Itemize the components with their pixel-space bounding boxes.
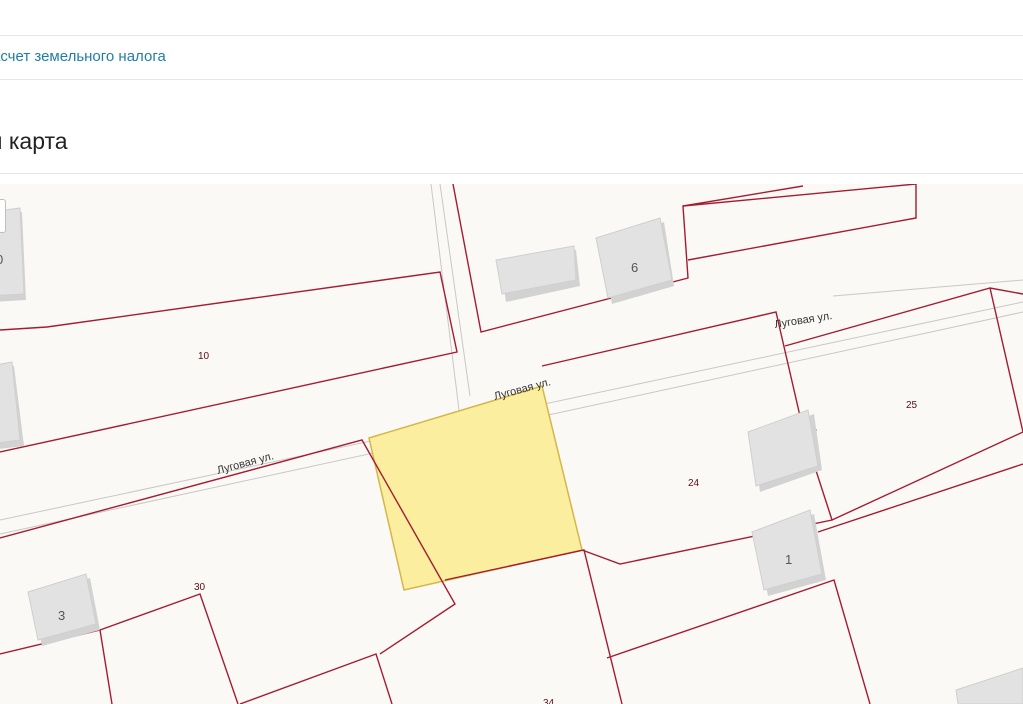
- parcel-number: 34: [543, 698, 555, 704]
- parcel-number: 30: [194, 582, 206, 593]
- cadastral-map[interactable]: Луговая ул. Луговая ул. Луговая ул. 10 2…: [0, 184, 1023, 704]
- land-tax-calculation-link[interactable]: асчет земельного налога: [0, 48, 166, 65]
- tax-link-row: асчет земельного налога: [0, 36, 1023, 79]
- parcel-number: 10: [198, 351, 210, 362]
- header-divider-bottom: [0, 79, 1023, 80]
- parcel-number: 24: [688, 478, 700, 489]
- building-number: 0: [0, 252, 3, 267]
- map-canvas[interactable]: Луговая ул. Луговая ул. Луговая ул. 10 2…: [0, 184, 1023, 704]
- parcel-number: 25: [906, 400, 918, 411]
- building-number: 6: [631, 260, 638, 275]
- title-divider: [0, 173, 1023, 174]
- building-number: 3: [58, 608, 65, 623]
- section-title: я карта: [0, 128, 68, 154]
- street-label-3: Луговая ул.: [774, 310, 833, 331]
- zoom-in-button[interactable]: [0, 199, 6, 233]
- building-number: 1: [785, 552, 792, 567]
- selected-parcel[interactable]: [368, 385, 583, 591]
- street-label-1: Луговая ул.: [216, 450, 275, 477]
